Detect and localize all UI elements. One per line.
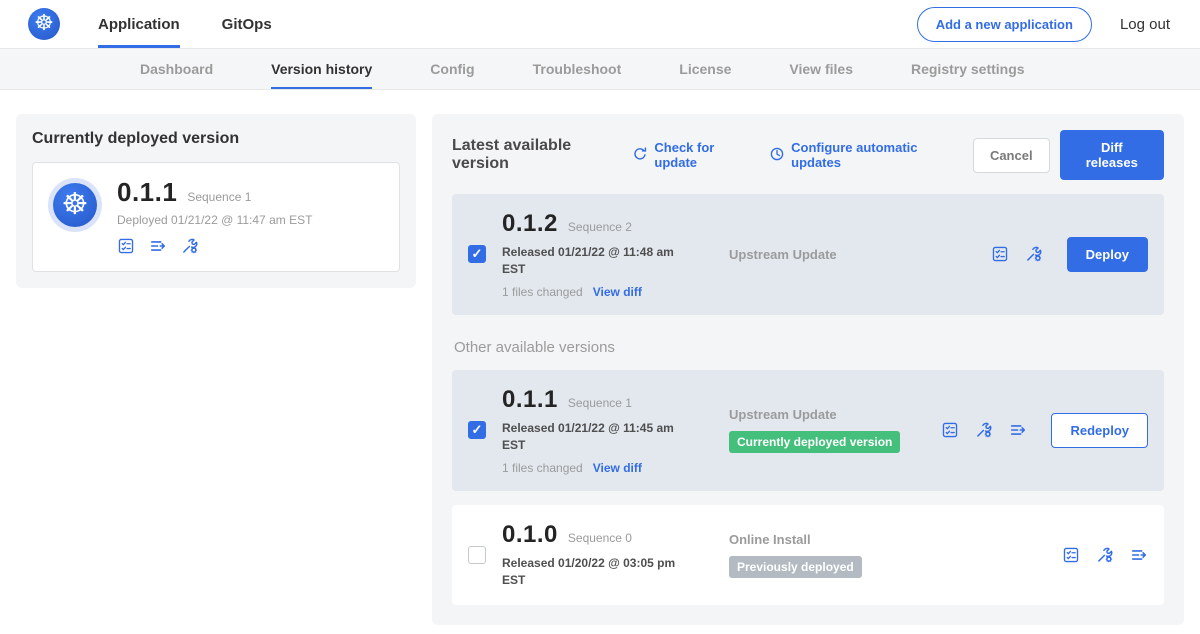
deployed-version-number: 0.1.1 xyxy=(117,177,177,208)
edit-config-icon[interactable] xyxy=(181,237,199,255)
kubernetes-app-icon: ☸ xyxy=(53,183,97,227)
release-notes-icon[interactable] xyxy=(941,421,959,439)
release-notes-icon[interactable] xyxy=(1062,546,1080,564)
diff-releases-button[interactable]: Diff releases xyxy=(1060,130,1164,180)
version-checkbox[interactable] xyxy=(468,546,486,564)
configure-automatic-updates-label: Configure automatic updates xyxy=(791,140,953,170)
source-label: Upstream Update xyxy=(729,407,941,422)
secondary-nav: Dashboard Version history Config Trouble… xyxy=(0,49,1200,90)
version-history-panel: Latest available version Check for updat… xyxy=(432,114,1184,625)
files-changed-label: 1 files changed xyxy=(502,461,583,475)
version-actions xyxy=(1062,546,1148,564)
version-source: Upstream Update xyxy=(729,247,991,262)
subnav-config[interactable]: Config xyxy=(430,49,474,89)
version-actions: Redeploy xyxy=(941,413,1148,448)
kubernetes-logo-icon: ☸ xyxy=(28,8,60,40)
deploy-logs-icon[interactable] xyxy=(1130,546,1148,564)
source-label: Upstream Update xyxy=(729,247,991,262)
nav-tab-gitops[interactable]: GitOps xyxy=(222,0,272,48)
latest-version-title: Latest available version xyxy=(452,137,616,173)
subnav-registry-settings[interactable]: Registry settings xyxy=(911,49,1025,89)
version-number: 0.1.0 xyxy=(502,521,558,549)
released-timestamp: Released 01/21/22 @ 11:48 am EST xyxy=(502,244,690,279)
version-info: 0.1.2 Sequence 2 Released 01/21/22 @ 11:… xyxy=(502,210,707,299)
subnav-license[interactable]: License xyxy=(679,49,731,89)
redeploy-button[interactable]: Redeploy xyxy=(1051,413,1148,448)
view-diff-link[interactable]: View diff xyxy=(593,285,642,299)
cancel-button[interactable]: Cancel xyxy=(973,138,1050,173)
version-number: 0.1.1 xyxy=(502,386,558,414)
check-for-update-link[interactable]: Check for update xyxy=(632,140,749,170)
deploy-logs-icon[interactable] xyxy=(149,237,167,255)
version-checkbox[interactable] xyxy=(468,245,486,263)
edit-config-icon[interactable] xyxy=(1025,245,1043,263)
currently-deployed-badge: Currently deployed version xyxy=(729,431,900,453)
subnav-troubleshoot[interactable]: Troubleshoot xyxy=(533,49,622,89)
release-notes-icon[interactable] xyxy=(991,245,1009,263)
deploy-logs-icon[interactable] xyxy=(1009,421,1027,439)
version-actions: Deploy xyxy=(991,237,1148,272)
currently-deployed-card: Currently deployed version ☸ 0.1.1 Seque… xyxy=(16,114,416,288)
deployed-card-title: Currently deployed version xyxy=(32,130,400,148)
deployed-version-info: 0.1.1 Sequence 1 Deployed 01/21/22 @ 11:… xyxy=(117,177,312,255)
navbar-right: Add a new application Log out xyxy=(917,0,1170,48)
sequence-label: Sequence 0 xyxy=(568,531,632,545)
version-row-0-1-2: 0.1.2 Sequence 2 Released 01/21/22 @ 11:… xyxy=(452,194,1164,315)
nav-tab-application[interactable]: Application xyxy=(98,0,180,48)
sequence-label: Sequence 1 xyxy=(568,396,632,410)
logout-button[interactable]: Log out xyxy=(1120,16,1170,33)
version-info: 0.1.1 Sequence 1 Released 01/21/22 @ 11:… xyxy=(502,386,707,475)
configure-automatic-updates-link[interactable]: Configure automatic updates xyxy=(769,140,953,170)
subnav-dashboard[interactable]: Dashboard xyxy=(140,49,213,89)
release-notes-icon[interactable] xyxy=(117,237,135,255)
subnav-version-history[interactable]: Version history xyxy=(271,49,372,89)
version-checkbox[interactable] xyxy=(468,421,486,439)
files-changed-label: 1 files changed xyxy=(502,285,583,299)
version-source: Upstream Update Currently deployed versi… xyxy=(729,407,941,453)
latest-version-header: Latest available version Check for updat… xyxy=(452,130,1164,180)
main-content: Currently deployed version ☸ 0.1.1 Seque… xyxy=(0,90,1200,625)
other-versions-title: Other available versions xyxy=(454,339,1164,356)
check-for-update-label: Check for update xyxy=(654,140,749,170)
version-number: 0.1.2 xyxy=(502,210,558,238)
deploy-button[interactable]: Deploy xyxy=(1067,237,1148,272)
edit-config-icon[interactable] xyxy=(975,421,993,439)
version-source: Online Install Previously deployed xyxy=(729,532,1062,578)
previously-deployed-badge: Previously deployed xyxy=(729,556,862,578)
deployed-sequence-label: Sequence 1 xyxy=(187,190,251,204)
released-timestamp: Released 01/20/22 @ 03:05 pm EST xyxy=(502,555,690,590)
edit-config-icon[interactable] xyxy=(1096,546,1114,564)
refresh-icon xyxy=(632,146,648,165)
clock-icon xyxy=(769,146,785,165)
version-row-0-1-1: 0.1.1 Sequence 1 Released 01/21/22 @ 11:… xyxy=(452,370,1164,491)
deployed-timestamp: Deployed 01/21/22 @ 11:47 am EST xyxy=(117,213,312,227)
top-navbar: ☸ Application GitOps Add a new applicati… xyxy=(0,0,1200,49)
released-timestamp: Released 01/21/22 @ 11:45 am EST xyxy=(502,420,690,455)
version-info: 0.1.0 Sequence 0 Released 01/20/22 @ 03:… xyxy=(502,521,707,590)
version-row-0-1-0: 0.1.0 Sequence 0 Released 01/20/22 @ 03:… xyxy=(452,505,1164,606)
add-new-application-button[interactable]: Add a new application xyxy=(917,7,1092,42)
view-diff-link[interactable]: View diff xyxy=(593,461,642,475)
deployed-version-card: ☸ 0.1.1 Sequence 1 Deployed 01/21/22 @ 1… xyxy=(32,162,400,272)
app-logo[interactable]: ☸ xyxy=(28,0,60,48)
subnav-view-files[interactable]: View files xyxy=(789,49,853,89)
source-label: Online Install xyxy=(729,532,1062,547)
sequence-label: Sequence 2 xyxy=(568,220,632,234)
